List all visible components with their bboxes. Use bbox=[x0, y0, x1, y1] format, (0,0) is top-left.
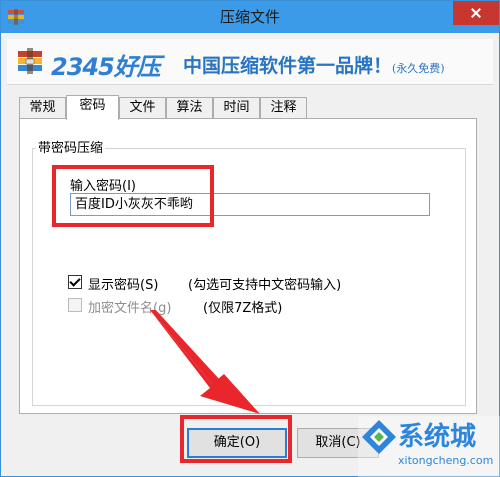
tab-password[interactable]: 密码 bbox=[66, 95, 119, 120]
title-bar[interactable]: 压缩文件 bbox=[1, 1, 499, 33]
tab-time[interactable]: 时间 bbox=[213, 97, 260, 119]
watermark-logo-icon bbox=[362, 420, 396, 454]
watermark-text: 系统城 bbox=[398, 422, 477, 452]
show-password-hint: (勾选可支持中文密码输入) bbox=[188, 278, 342, 293]
compress-dialog: 压缩文件 2345好压 中国压缩软件第一品牌！(永久免费) 常规 密码 文件 算… bbox=[0, 0, 500, 477]
close-button[interactable] bbox=[453, 1, 499, 25]
brand-slogan: 中国压缩软件第一品牌！(永久免费) bbox=[183, 51, 445, 78]
window-title: 压缩文件 bbox=[219, 8, 280, 26]
brand-slogan-text: 中国压缩软件第一品牌！ bbox=[183, 55, 393, 77]
show-password-checkbox[interactable] bbox=[68, 275, 82, 289]
watermark-url: xitongcheng.com bbox=[398, 454, 494, 467]
encrypt-filenames-label: 加密文件名(g) bbox=[88, 301, 172, 316]
password-input[interactable]: 百度ID小灰灰不乖哟 bbox=[70, 193, 430, 216]
password-tab-panel: 带密码压缩 输入密码(I) 百度ID小灰灰不乖哟 显示密码(S) (勾选可支持中… bbox=[19, 118, 477, 414]
show-password-label: 显示密码(S) bbox=[88, 278, 159, 293]
encrypt-filenames-hint: (仅限7Z格式) bbox=[203, 301, 283, 316]
encrypt-filenames-checkbox[interactable] bbox=[68, 298, 82, 312]
brand-name: 2345好压 bbox=[51, 53, 161, 81]
ok-button[interactable]: 确定(O) bbox=[187, 428, 287, 458]
brand-slogan-note: (永久免费) bbox=[392, 62, 445, 75]
show-password-option[interactable]: 显示密码(S) (勾选可支持中文密码输入) bbox=[68, 274, 388, 293]
tab-comment[interactable]: 注释 bbox=[260, 97, 307, 119]
archive-logo-icon bbox=[18, 48, 42, 74]
brand-banner: 2345好压 中国压缩软件第一品牌！(永久免费) bbox=[7, 39, 493, 85]
tab-algorithm[interactable]: 算法 bbox=[166, 97, 213, 119]
encrypt-filenames-option[interactable]: 加密文件名(g) (仅限7Z格式) bbox=[68, 297, 328, 316]
tab-general[interactable]: 常规 bbox=[19, 97, 66, 119]
password-input-label: 输入密码(I) bbox=[70, 179, 136, 194]
site-watermark: 系统城 xitongcheng.com bbox=[358, 416, 500, 477]
password-group-legend: 带密码压缩 bbox=[36, 137, 106, 156]
tab-files[interactable]: 文件 bbox=[119, 97, 166, 119]
